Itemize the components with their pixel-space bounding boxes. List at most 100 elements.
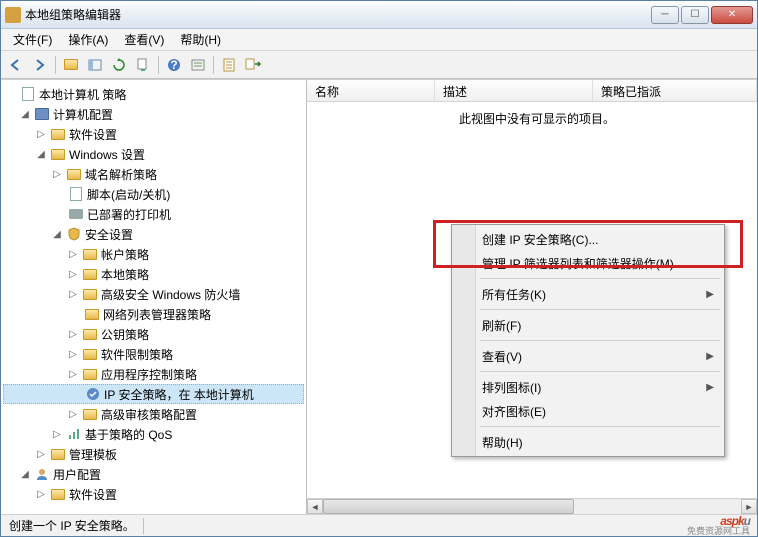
horizontal-scrollbar[interactable]: ◄ ► — [307, 498, 757, 514]
tree-app-control[interactable]: ▷应用程序控制策略 — [3, 364, 304, 384]
filter-button[interactable] — [187, 54, 209, 76]
menu-label: 帮助(H) — [482, 434, 523, 451]
export-button[interactable] — [132, 54, 154, 76]
action-button-1[interactable] — [218, 54, 240, 76]
tree-qos[interactable]: ▷ 基于策略的 QoS — [3, 424, 304, 444]
menu-file[interactable]: 文件(F) — [5, 29, 60, 50]
tree-local-policy[interactable]: ▷ 本地策略 — [3, 264, 304, 284]
expand-icon[interactable]: ▷ — [67, 249, 79, 260]
expand-icon[interactable]: ▷ — [67, 329, 79, 340]
col-desc[interactable]: 描述 — [435, 80, 593, 101]
minimize-button[interactable]: ─ — [651, 6, 679, 24]
scroll-track[interactable] — [323, 499, 741, 514]
ipsec-icon — [85, 386, 101, 402]
tree-ip-security[interactable]: IP 安全策略，在 本地计算机 — [3, 384, 304, 404]
tree-label: 软件设置 — [69, 486, 117, 503]
collapse-icon[interactable]: ◢ — [51, 229, 63, 240]
expand-icon[interactable]: ▷ — [35, 489, 47, 500]
tree-label: 高级安全 Windows 防火墙 — [101, 286, 240, 303]
menu-refresh[interactable]: 刷新(F) — [454, 313, 722, 337]
up-button[interactable] — [60, 54, 82, 76]
tree-firewall[interactable]: ▷ 高级安全 Windows 防火墙 — [3, 284, 304, 304]
list-header: 名称 描述 策略已指派 — [307, 80, 757, 102]
tree-root[interactable]: 本地计算机 策略 — [3, 84, 304, 104]
export-icon — [136, 58, 150, 72]
toolbar-separator — [213, 56, 214, 74]
toolbar-separator — [158, 56, 159, 74]
forward-button[interactable] — [29, 54, 51, 76]
menu-view[interactable]: 查看(V) — [116, 29, 172, 50]
content-area: 本地计算机 策略 ◢计算机配置 ▷ 软件设置 ◢Windows 设置 ▷域名解析策… — [1, 79, 757, 514]
collapse-icon[interactable]: ◢ — [19, 109, 31, 120]
folder-icon — [66, 166, 82, 182]
expand-icon[interactable]: ▷ — [51, 169, 63, 180]
tree-label: 软件设置 — [69, 126, 117, 143]
tree-network-list[interactable]: 网络列表管理器策略 — [3, 304, 304, 324]
tree-software-settings[interactable]: ▷ 软件设置 — [3, 124, 304, 144]
menu-create-ip-policy[interactable]: 创建 IP 安全策略(C)... — [454, 227, 722, 251]
expand-icon[interactable]: ▷ — [35, 129, 47, 140]
col-name[interactable]: 名称 — [307, 80, 435, 101]
collapse-icon[interactable]: ◢ — [19, 469, 31, 480]
folder-icon — [50, 126, 66, 142]
folder-icon — [82, 406, 98, 422]
tree-windows-settings[interactable]: ◢Windows 设置 — [3, 144, 304, 164]
doc-icon — [20, 86, 36, 102]
col-policy[interactable]: 策略已指派 — [593, 80, 757, 101]
toolbar-separator — [55, 56, 56, 74]
tree-label: 本地策略 — [101, 266, 149, 283]
tree-deployed-printers[interactable]: 已部署的打印机 — [3, 204, 304, 224]
tree-label: 软件限制策略 — [101, 346, 173, 363]
menu-action[interactable]: 操作(A) — [60, 29, 116, 50]
tree-adv-audit[interactable]: ▷高级审核策略配置 — [3, 404, 304, 424]
expand-icon[interactable]: ▷ — [67, 369, 79, 380]
menu-all-tasks[interactable]: 所有任务(K)▶ — [454, 282, 722, 306]
back-button[interactable] — [5, 54, 27, 76]
refresh-button[interactable] — [108, 54, 130, 76]
expand-icon[interactable]: ▷ — [51, 429, 63, 440]
tree-software-restrict[interactable]: ▷ 软件限制策略 — [3, 344, 304, 364]
tree-pubkey-policy[interactable]: ▷公钥策略 — [3, 324, 304, 344]
expand-icon[interactable]: ▷ — [67, 409, 79, 420]
menu-align-icons[interactable]: 对齐图标(E) — [454, 399, 722, 423]
window-controls: ─ ☐ ✕ — [651, 6, 753, 24]
tree-scripts[interactable]: 脚本(启动/关机) — [3, 184, 304, 204]
watermark-sub: 免费资源网工具 — [687, 524, 750, 537]
menu-help[interactable]: 帮助(H) — [454, 430, 722, 454]
menu-help[interactable]: 帮助(H) — [172, 29, 229, 50]
expand-icon[interactable]: ▷ — [67, 349, 79, 360]
context-menu: 创建 IP 安全策略(C)... 管理 IP 筛选器列表和筛选器操作(M)...… — [451, 224, 725, 457]
expand-icon[interactable]: ▷ — [67, 289, 79, 300]
tree-user-config[interactable]: ◢用户配置 — [3, 464, 304, 484]
scroll-thumb[interactable] — [323, 499, 574, 514]
menu-manage-filter[interactable]: 管理 IP 筛选器列表和筛选器操作(M)... — [454, 251, 722, 275]
help-button[interactable]: ? — [163, 54, 185, 76]
tree-software-settings-2[interactable]: ▷ 软件设置 — [3, 484, 304, 504]
menu-separator — [480, 426, 720, 427]
close-button[interactable]: ✕ — [711, 6, 753, 24]
show-console-button[interactable] — [84, 54, 106, 76]
filter-icon — [191, 58, 205, 72]
menu-label: 创建 IP 安全策略(C)... — [482, 231, 598, 248]
maximize-button[interactable]: ☐ — [681, 6, 709, 24]
tree-label: 基于策略的 QoS — [85, 426, 172, 443]
action-button-2[interactable] — [242, 54, 264, 76]
expand-icon[interactable]: ▷ — [35, 449, 47, 460]
menu-label: 刷新(F) — [482, 317, 521, 334]
shield-icon — [66, 226, 82, 242]
menu-arrange-icons[interactable]: 排列图标(I)▶ — [454, 375, 722, 399]
list-icon — [222, 58, 236, 72]
expand-icon[interactable]: ▷ — [67, 269, 79, 280]
tree-pane[interactable]: 本地计算机 策略 ◢计算机配置 ▷ 软件设置 ◢Windows 设置 ▷域名解析策… — [1, 80, 307, 514]
tree-security-settings[interactable]: ◢安全设置 — [3, 224, 304, 244]
menu-separator — [480, 371, 720, 372]
tree-computer-config[interactable]: ◢计算机配置 — [3, 104, 304, 124]
menu-label: 排列图标(I) — [482, 379, 541, 396]
tree-admin-templates[interactable]: ▷管理模板 — [3, 444, 304, 464]
tree-dns-policy[interactable]: ▷域名解析策略 — [3, 164, 304, 184]
help-icon: ? — [167, 58, 181, 72]
tree-account-policy[interactable]: ▷帐户策略 — [3, 244, 304, 264]
collapse-icon[interactable]: ◢ — [35, 149, 47, 160]
scroll-left-button[interactable]: ◄ — [307, 499, 323, 514]
menu-view[interactable]: 查看(V)▶ — [454, 344, 722, 368]
